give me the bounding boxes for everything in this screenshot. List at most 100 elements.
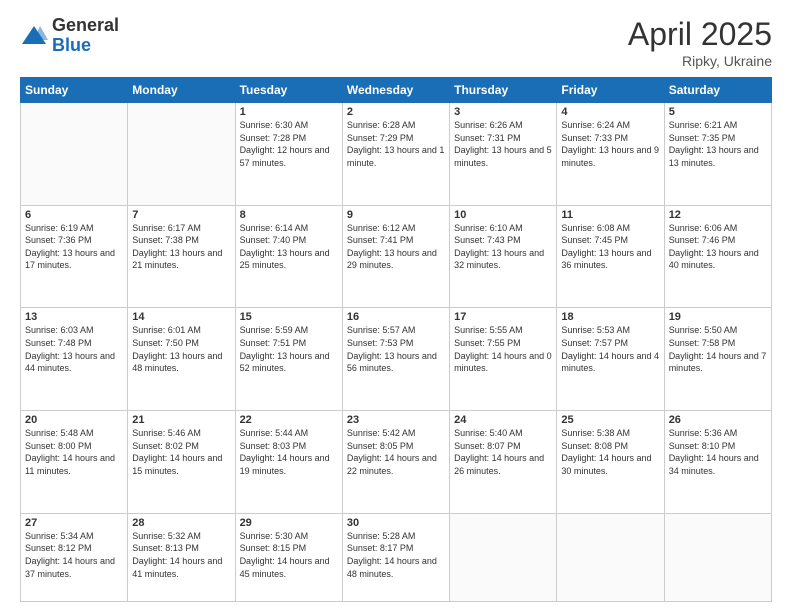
day-number: 17 [454,311,552,323]
logo-blue-text: Blue [52,36,119,56]
table-row: 30Sunrise: 5:28 AM Sunset: 8:17 PM Dayli… [342,513,449,601]
location-subtitle: Ripky, Ukraine [628,53,772,69]
day-info: Sunrise: 5:44 AM Sunset: 8:03 PM Dayligh… [240,427,338,477]
day-info: Sunrise: 5:46 AM Sunset: 8:02 PM Dayligh… [132,427,230,477]
day-info: Sunrise: 5:34 AM Sunset: 8:12 PM Dayligh… [25,530,123,580]
table-row [21,103,128,206]
day-number: 11 [561,209,659,221]
day-info: Sunrise: 6:21 AM Sunset: 7:35 PM Dayligh… [669,119,767,169]
table-row: 5Sunrise: 6:21 AM Sunset: 7:35 PM Daylig… [664,103,771,206]
day-number: 3 [454,106,552,118]
table-row: 3Sunrise: 6:26 AM Sunset: 7:31 PM Daylig… [450,103,557,206]
table-row [128,103,235,206]
day-number: 29 [240,517,338,529]
day-info: Sunrise: 5:57 AM Sunset: 7:53 PM Dayligh… [347,324,445,374]
day-info: Sunrise: 6:14 AM Sunset: 7:40 PM Dayligh… [240,222,338,272]
day-info: Sunrise: 5:30 AM Sunset: 8:15 PM Dayligh… [240,530,338,580]
table-row: 10Sunrise: 6:10 AM Sunset: 7:43 PM Dayli… [450,205,557,308]
table-row: 7Sunrise: 6:17 AM Sunset: 7:38 PM Daylig… [128,205,235,308]
day-number: 28 [132,517,230,529]
table-row: 13Sunrise: 6:03 AM Sunset: 7:48 PM Dayli… [21,308,128,411]
day-info: Sunrise: 6:10 AM Sunset: 7:43 PM Dayligh… [454,222,552,272]
day-info: Sunrise: 6:26 AM Sunset: 7:31 PM Dayligh… [454,119,552,169]
day-number: 16 [347,311,445,323]
table-row: 19Sunrise: 5:50 AM Sunset: 7:58 PM Dayli… [664,308,771,411]
table-row [664,513,771,601]
logo-icon [20,22,48,50]
table-row: 18Sunrise: 5:53 AM Sunset: 7:57 PM Dayli… [557,308,664,411]
day-info: Sunrise: 5:36 AM Sunset: 8:10 PM Dayligh… [669,427,767,477]
table-row: 8Sunrise: 6:14 AM Sunset: 7:40 PM Daylig… [235,205,342,308]
day-number: 13 [25,311,123,323]
day-number: 8 [240,209,338,221]
day-info: Sunrise: 5:40 AM Sunset: 8:07 PM Dayligh… [454,427,552,477]
table-row: 15Sunrise: 5:59 AM Sunset: 7:51 PM Dayli… [235,308,342,411]
day-info: Sunrise: 6:06 AM Sunset: 7:46 PM Dayligh… [669,222,767,272]
day-info: Sunrise: 5:28 AM Sunset: 8:17 PM Dayligh… [347,530,445,580]
logo-general-text: General [52,16,119,36]
day-info: Sunrise: 5:53 AM Sunset: 7:57 PM Dayligh… [561,324,659,374]
table-row: 21Sunrise: 5:46 AM Sunset: 8:02 PM Dayli… [128,411,235,514]
day-info: Sunrise: 6:03 AM Sunset: 7:48 PM Dayligh… [25,324,123,374]
table-row: 16Sunrise: 5:57 AM Sunset: 7:53 PM Dayli… [342,308,449,411]
logo: General Blue [20,16,119,56]
table-row: 25Sunrise: 5:38 AM Sunset: 8:08 PM Dayli… [557,411,664,514]
day-number: 6 [25,209,123,221]
day-number: 21 [132,414,230,426]
table-row: 2Sunrise: 6:28 AM Sunset: 7:29 PM Daylig… [342,103,449,206]
day-number: 7 [132,209,230,221]
table-row: 4Sunrise: 6:24 AM Sunset: 7:33 PM Daylig… [557,103,664,206]
table-row [557,513,664,601]
table-row: 29Sunrise: 5:30 AM Sunset: 8:15 PM Dayli… [235,513,342,601]
table-row: 11Sunrise: 6:08 AM Sunset: 7:45 PM Dayli… [557,205,664,308]
table-row: 9Sunrise: 6:12 AM Sunset: 7:41 PM Daylig… [342,205,449,308]
day-number: 20 [25,414,123,426]
table-row: 22Sunrise: 5:44 AM Sunset: 8:03 PM Dayli… [235,411,342,514]
header-thursday: Thursday [450,78,557,103]
day-number: 25 [561,414,659,426]
table-row: 26Sunrise: 5:36 AM Sunset: 8:10 PM Dayli… [664,411,771,514]
header-sunday: Sunday [21,78,128,103]
day-number: 9 [347,209,445,221]
header-wednesday: Wednesday [342,78,449,103]
day-info: Sunrise: 6:19 AM Sunset: 7:36 PM Dayligh… [25,222,123,272]
day-info: Sunrise: 5:59 AM Sunset: 7:51 PM Dayligh… [240,324,338,374]
calendar-header-row: Sunday Monday Tuesday Wednesday Thursday… [21,78,772,103]
header-tuesday: Tuesday [235,78,342,103]
day-info: Sunrise: 6:17 AM Sunset: 7:38 PM Dayligh… [132,222,230,272]
day-info: Sunrise: 5:32 AM Sunset: 8:13 PM Dayligh… [132,530,230,580]
day-info: Sunrise: 5:48 AM Sunset: 8:00 PM Dayligh… [25,427,123,477]
day-number: 15 [240,311,338,323]
day-info: Sunrise: 6:30 AM Sunset: 7:28 PM Dayligh… [240,119,338,169]
day-info: Sunrise: 5:50 AM Sunset: 7:58 PM Dayligh… [669,324,767,374]
table-row: 20Sunrise: 5:48 AM Sunset: 8:00 PM Dayli… [21,411,128,514]
calendar-table: Sunday Monday Tuesday Wednesday Thursday… [20,77,772,602]
table-row: 12Sunrise: 6:06 AM Sunset: 7:46 PM Dayli… [664,205,771,308]
day-number: 2 [347,106,445,118]
table-row: 27Sunrise: 5:34 AM Sunset: 8:12 PM Dayli… [21,513,128,601]
day-number: 24 [454,414,552,426]
day-info: Sunrise: 5:55 AM Sunset: 7:55 PM Dayligh… [454,324,552,374]
table-row: 1Sunrise: 6:30 AM Sunset: 7:28 PM Daylig… [235,103,342,206]
day-number: 12 [669,209,767,221]
day-number: 14 [132,311,230,323]
month-title: April 2025 [628,16,772,53]
day-info: Sunrise: 6:12 AM Sunset: 7:41 PM Dayligh… [347,222,445,272]
day-info: Sunrise: 5:42 AM Sunset: 8:05 PM Dayligh… [347,427,445,477]
table-row: 28Sunrise: 5:32 AM Sunset: 8:13 PM Dayli… [128,513,235,601]
day-number: 1 [240,106,338,118]
day-info: Sunrise: 5:38 AM Sunset: 8:08 PM Dayligh… [561,427,659,477]
table-row: 24Sunrise: 5:40 AM Sunset: 8:07 PM Dayli… [450,411,557,514]
day-number: 19 [669,311,767,323]
header-friday: Friday [557,78,664,103]
table-row: 14Sunrise: 6:01 AM Sunset: 7:50 PM Dayli… [128,308,235,411]
title-block: April 2025 Ripky, Ukraine [628,16,772,69]
header-saturday: Saturday [664,78,771,103]
day-number: 30 [347,517,445,529]
day-info: Sunrise: 6:01 AM Sunset: 7:50 PM Dayligh… [132,324,230,374]
page: General Blue April 2025 Ripky, Ukraine S… [0,0,792,612]
table-row: 23Sunrise: 5:42 AM Sunset: 8:05 PM Dayli… [342,411,449,514]
day-info: Sunrise: 6:24 AM Sunset: 7:33 PM Dayligh… [561,119,659,169]
day-number: 26 [669,414,767,426]
table-row [450,513,557,601]
